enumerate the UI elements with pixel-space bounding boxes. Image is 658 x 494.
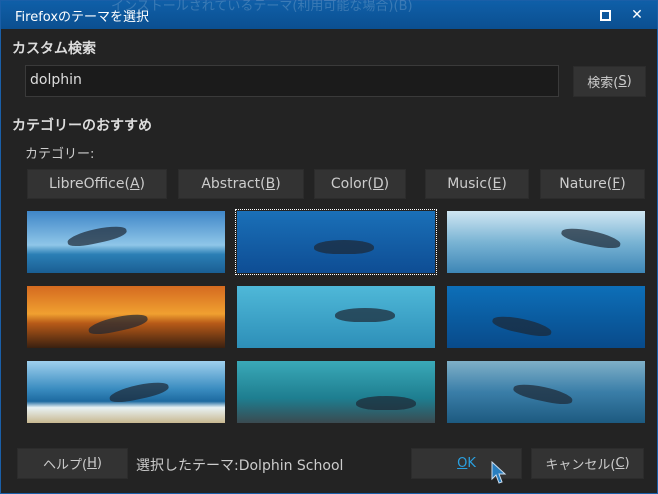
accesskey: O [457,456,468,471]
search-value: dolphin [30,72,82,88]
accesskey: A [129,176,140,192]
theme-thumbnail[interactable] [235,209,437,275]
close-icon: ✕ [631,7,643,23]
dolphin-image [491,312,553,340]
dolphin-image [356,396,416,410]
label-end: ) [383,176,390,192]
accesskey: D [372,176,384,192]
label-end: ) [139,176,145,192]
help-button[interactable]: ヘルプ(H) [17,448,128,479]
label: ヘルプ( [43,458,88,473]
label: 検索( [587,76,619,91]
cancel-button[interactable]: キャンセル(C) [531,448,644,479]
maximize-icon [599,9,611,21]
label: K [467,456,476,471]
background-window-text: インストールされているテーマ(利用可能な場合)(B) [111,0,413,14]
dolphin-image [560,224,622,252]
theme-thumbnail[interactable] [27,286,225,348]
search-input[interactable]: dolphin [25,65,559,97]
mouse-cursor-icon [491,461,507,484]
accesskey: B [265,176,276,192]
theme-thumbnail[interactable] [27,211,225,273]
category-heading: カテゴリーのおすすめ [12,118,152,134]
title-bar: インストールされているテーマ(利用可能な場合)(B) Firefoxのテーマを選… [1,0,657,29]
custom-search-heading: カスタム検索 [12,41,96,57]
dolphin-image [66,222,128,250]
category-button-abstract[interactable]: Abstract(B) [178,169,304,199]
accesskey: E [492,176,502,192]
accesskey: H [87,456,97,471]
selected-theme-label: 選択したテーマ:Dolphin School [136,458,344,474]
dolphin-image [335,308,395,322]
category-label: カテゴリー: [25,147,95,162]
theme-thumbnail[interactable] [447,361,645,423]
theme-thumbnail[interactable] [237,286,435,348]
dolphin-image [87,310,149,338]
accesskey: F [612,176,621,192]
label: キャンセル( [545,458,616,473]
window-title: Firefoxのテーマを選択 [15,10,150,25]
label: Color( [330,176,373,192]
category-button-libreoffice[interactable]: LibreOffice(A) [27,169,167,199]
label: Music( [447,176,493,192]
theme-thumbnail[interactable] [447,211,645,273]
accesskey: S [618,74,627,89]
close-button[interactable]: ✕ [627,5,647,25]
search-button[interactable]: 検索(S) [573,66,646,97]
theme-thumbnail[interactable] [237,361,435,423]
label-end: ) [624,456,630,471]
category-button-color[interactable]: Color(D) [314,169,406,199]
theme-thumbnail[interactable] [447,286,645,348]
accesskey: C [615,456,625,471]
label-end: ) [620,176,626,192]
category-button-music[interactable]: Music(E) [425,169,529,199]
dolphin-image [108,378,170,406]
dolphin-image [314,240,374,254]
label-end: ) [626,74,632,89]
category-button-nature[interactable]: Nature(F) [540,169,645,199]
label: LibreOffice( [48,176,130,192]
theme-dialog: インストールされているテーマ(利用可能な場合)(B) Firefoxのテーマを選… [0,0,658,494]
label-end: ) [275,176,281,192]
label-end: ) [501,176,507,192]
label-end: ) [96,456,102,471]
maximize-button[interactable] [595,5,615,25]
dolphin-image [512,380,574,408]
label: Nature( [559,176,613,192]
label: Abstract( [201,176,266,192]
theme-thumbnail[interactable] [27,361,225,423]
